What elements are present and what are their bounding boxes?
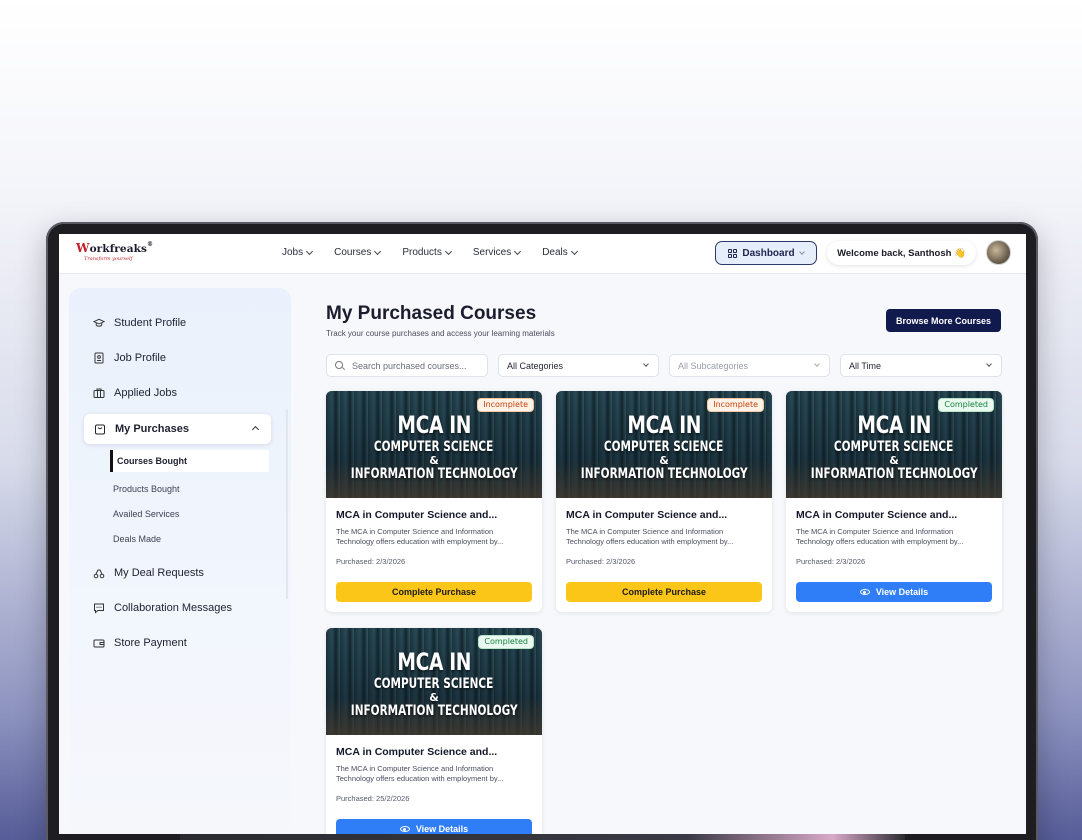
search-input[interactable]: Search purchased courses... bbox=[326, 354, 488, 377]
course-title: MCA in Computer Science and... bbox=[566, 509, 728, 521]
sidebar-scrollbar[interactable] bbox=[286, 409, 288, 599]
eye-icon bbox=[399, 826, 410, 832]
wallet-icon bbox=[93, 637, 105, 649]
chevron-down-icon bbox=[986, 361, 992, 367]
course-thumbnail: Completed MCA IN COMPUTER SCIENCE & INFO… bbox=[786, 391, 1002, 498]
status-badge: Completed bbox=[938, 398, 994, 412]
menu-courses[interactable]: Courses bbox=[334, 247, 382, 258]
menu-products[interactable]: Products bbox=[402, 247, 452, 258]
sidebar-item-deal-requests[interactable]: My Deal Requests bbox=[93, 567, 204, 579]
chevron-down-icon bbox=[798, 248, 805, 255]
course-thumbnail: Incomplete MCA IN COMPUTER SCIENCE & INF… bbox=[556, 391, 772, 498]
status-badge: Incomplete bbox=[477, 398, 534, 412]
view-details-button[interactable]: View Details bbox=[336, 819, 532, 834]
sidebar-item-job-profile[interactable]: Job Profile bbox=[93, 352, 166, 364]
course-title: MCA in Computer Science and... bbox=[796, 509, 958, 521]
id-badge-icon bbox=[93, 352, 105, 364]
course-thumbnail: Completed MCA IN COMPUTER SCIENCE & INFO… bbox=[326, 628, 542, 735]
sidebar-item-collaboration-messages[interactable]: Collaboration Messages bbox=[93, 602, 232, 614]
app-screen: Workfreaks® Transform yourself Jobs Cour… bbox=[59, 234, 1026, 834]
avatar[interactable] bbox=[986, 240, 1011, 265]
page-subtitle: Track your course purchases and access y… bbox=[326, 329, 555, 338]
sidebar-item-store-payment[interactable]: Store Payment bbox=[93, 637, 187, 649]
main-menu: Jobs Courses Products Services Deals bbox=[282, 247, 578, 258]
course-description: The MCA in Computer Science and Informat… bbox=[566, 527, 734, 546]
course-title: MCA in Computer Science and... bbox=[336, 746, 498, 758]
course-card[interactable]: Incomplete MCA IN COMPUTER SCIENCE & INF… bbox=[556, 391, 772, 612]
brand-logo[interactable]: Workfreaks® Transform yourself bbox=[76, 241, 156, 267]
page-title: My Purchased Courses bbox=[326, 303, 537, 324]
course-description: The MCA in Computer Science and Informat… bbox=[336, 527, 504, 546]
sidebar-item-applied-jobs[interactable]: Applied Jobs bbox=[93, 387, 177, 399]
chevron-down-icon bbox=[570, 247, 578, 255]
menu-jobs[interactable]: Jobs bbox=[282, 247, 314, 258]
grid-icon bbox=[728, 248, 738, 258]
course-card[interactable]: Incomplete MCA IN COMPUTER SCIENCE & INF… bbox=[326, 391, 542, 612]
graduation-cap-icon bbox=[93, 317, 105, 329]
course-card[interactable]: Completed MCA IN COMPUTER SCIENCE & INFO… bbox=[326, 628, 542, 834]
sidebar-item-my-purchases[interactable]: My Purchases bbox=[84, 414, 271, 444]
sidebar-subitem-availed-services[interactable]: Availed Services bbox=[113, 509, 179, 519]
menu-deals[interactable]: Deals bbox=[542, 247, 578, 258]
view-details-button[interactable]: View Details bbox=[796, 582, 992, 602]
sidebar-subitem-products-bought[interactable]: Products Bought bbox=[113, 484, 180, 494]
welcome-pill[interactable]: Welcome back, Santhosh 👋 bbox=[827, 241, 976, 265]
chevron-down-icon bbox=[814, 361, 820, 367]
sidebar: Student Profile Job Profile Applied Jobs… bbox=[69, 288, 291, 834]
deal-icon bbox=[93, 567, 105, 579]
menu-services[interactable]: Services bbox=[473, 247, 522, 258]
top-nav: Workfreaks® Transform yourself Jobs Cour… bbox=[59, 234, 1026, 274]
dashboard-button[interactable]: Dashboard bbox=[715, 241, 817, 265]
chevron-down-icon bbox=[374, 247, 382, 255]
purchase-date: Purchased: 2/3/2026 bbox=[566, 557, 636, 566]
browse-more-courses-button[interactable]: Browse More Courses bbox=[886, 309, 1001, 332]
course-title: MCA in Computer Science and... bbox=[336, 509, 498, 521]
course-card[interactable]: Completed MCA IN COMPUTER SCIENCE & INFO… bbox=[786, 391, 1002, 612]
message-icon bbox=[93, 602, 105, 614]
sidebar-subitem-courses-bought[interactable]: Courses Bought bbox=[110, 450, 269, 472]
sidebar-item-student-profile[interactable]: Student Profile bbox=[93, 317, 186, 329]
course-description: The MCA in Computer Science and Informat… bbox=[796, 527, 964, 546]
chevron-down-icon bbox=[643, 361, 649, 367]
category-select[interactable]: All Categories bbox=[498, 354, 659, 377]
chevron-down-icon bbox=[514, 247, 522, 255]
status-badge: Completed bbox=[478, 635, 534, 649]
purchase-date: Purchased: 2/3/2026 bbox=[796, 557, 866, 566]
course-thumbnail: Incomplete MCA IN COMPUTER SCIENCE & INF… bbox=[326, 391, 542, 498]
eye-icon bbox=[859, 589, 870, 595]
laptop-base bbox=[180, 834, 905, 840]
complete-purchase-button[interactable]: Complete Purchase bbox=[566, 582, 762, 602]
search-icon bbox=[335, 360, 345, 371]
chevron-down-icon bbox=[306, 247, 314, 255]
chevron-up-icon bbox=[251, 425, 260, 434]
sidebar-subitem-deals-made[interactable]: Deals Made bbox=[113, 534, 161, 544]
status-badge: Incomplete bbox=[707, 398, 764, 412]
chevron-down-icon bbox=[444, 247, 452, 255]
subcategory-select[interactable]: All Subcategories bbox=[669, 354, 830, 377]
purchase-date: Purchased: 2/3/2026 bbox=[336, 557, 406, 566]
course-description: The MCA in Computer Science and Informat… bbox=[336, 764, 504, 783]
time-select[interactable]: All Time bbox=[840, 354, 1002, 377]
shopping-bag-icon bbox=[94, 423, 106, 435]
briefcase-icon bbox=[93, 387, 105, 399]
purchase-date: Purchased: 25/2/2026 bbox=[336, 794, 410, 803]
complete-purchase-button[interactable]: Complete Purchase bbox=[336, 582, 532, 602]
